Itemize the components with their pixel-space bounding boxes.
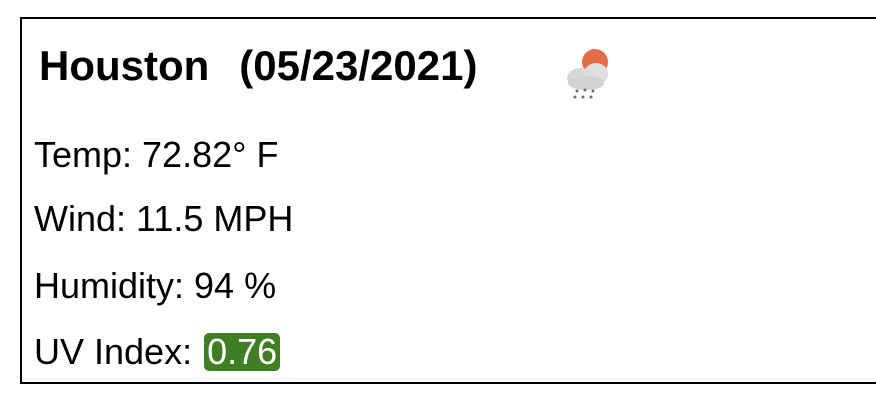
humidity-text: Humidity: 94 % [34, 265, 277, 306]
uv-index-row: UV Index: 0.76 [34, 331, 281, 373]
cloud-base [568, 76, 604, 90]
light-rain-sun-icon [567, 49, 608, 99]
city-name: Houston [39, 42, 210, 89]
uv-index-badge: 0.76 [204, 333, 281, 371]
wind-text: Wind: 11.5 MPH [34, 198, 294, 239]
forecast-date: (05/23/2021) [239, 42, 478, 89]
forecast-title: Houston (05/23/2021) [39, 41, 477, 91]
temperature-text: Temp: 72.82° F [34, 134, 279, 175]
current-weather-card: Houston (05/23/2021) Temp: 72.82° F Wind… [20, 17, 876, 384]
rain-drops [573, 88, 595, 99]
uv-index-label: UV Index: [34, 331, 203, 372]
